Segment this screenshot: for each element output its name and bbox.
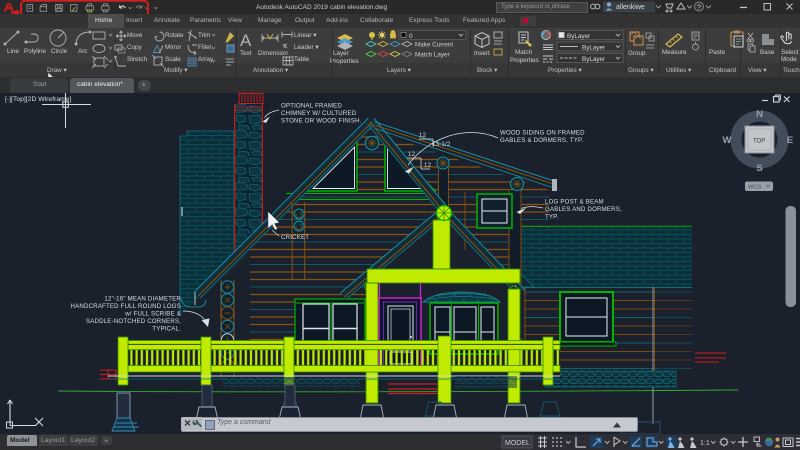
svg-text:1:1: 1:1 xyxy=(700,440,710,447)
svg-text:Make Current: Make Current xyxy=(415,42,453,49)
svg-text:WCS: WCS xyxy=(748,185,762,191)
svg-text:MODEL: MODEL xyxy=(505,440,530,447)
svg-text:0: 0 xyxy=(409,33,413,40)
svg-text:E: E xyxy=(787,135,793,146)
svg-text:12: 12 xyxy=(424,162,432,169)
svg-text:allenkiwe: allenkiwe xyxy=(616,4,645,11)
svg-text:STONE OR WOOD FINISH.: STONE OR WOOD FINISH. xyxy=(281,118,362,125)
svg-text:LOG POST & BEAM: LOG POST & BEAM xyxy=(545,199,604,206)
svg-text:12: 12 xyxy=(419,132,427,139)
svg-text:S: S xyxy=(756,163,762,174)
svg-text:OPTIONAL FRAMED: OPTIONAL FRAMED xyxy=(281,103,342,110)
svg-text:?: ? xyxy=(697,5,701,12)
svg-text:N: N xyxy=(756,109,763,120)
svg-text:W: W xyxy=(723,135,732,146)
svg-text:A: A xyxy=(240,31,252,50)
svg-text:GABLES AND DORMERS,: GABLES AND DORMERS, xyxy=(545,206,622,213)
svg-text:TYPICAL.: TYPICAL. xyxy=(152,326,181,333)
svg-text:ByLayer: ByLayer xyxy=(582,45,605,52)
svg-text:SADDLE-NOTCHED CORNERS,: SADDLE-NOTCHED CORNERS, xyxy=(86,318,181,325)
svg-text:Match Layer: Match Layer xyxy=(415,52,450,59)
svg-text:12"-16" MEAN DIAMETER: 12"-16" MEAN DIAMETER xyxy=(104,296,181,303)
svg-text:GABLES & DORMERS, TYP.: GABLES & DORMERS, TYP. xyxy=(500,137,584,144)
svg-text:HANDCRAFTED FULL ROUND LOGS: HANDCRAFTED FULL ROUND LOGS xyxy=(71,303,181,310)
svg-text:WOOD SIDING ON FRAMED: WOOD SIDING ON FRAMED xyxy=(500,130,585,137)
svg-text:[-][Top][2D Wireframe]: [-][Top][2D Wireframe] xyxy=(5,96,72,103)
svg-text:TOP: TOP xyxy=(753,139,765,145)
svg-text:TYP.: TYP. xyxy=(545,214,559,221)
svg-text:w/ FULL SCRIBE &: w/ FULL SCRIBE & xyxy=(124,311,181,318)
svg-text:CRICKET: CRICKET xyxy=(281,234,309,241)
svg-text:ByLayer: ByLayer xyxy=(582,56,605,63)
svg-text:CHIMNEY W/ CULTURED: CHIMNEY W/ CULTURED xyxy=(281,110,357,117)
svg-text:ByLayer: ByLayer xyxy=(567,33,590,40)
